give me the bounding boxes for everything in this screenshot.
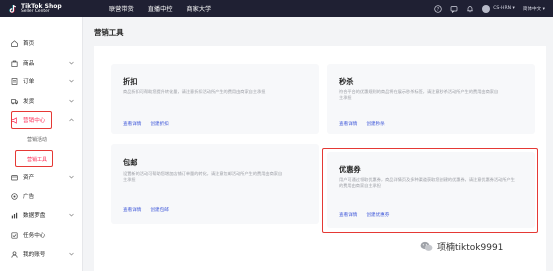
view-details-link[interactable]: 查看详情 [123, 121, 141, 127]
user-menu[interactable]: CS-HRN ▾ [482, 4, 515, 13]
sidebar-item-data-compass[interactable]: 数据罗盘 [0, 209, 83, 221]
nav-affiliate[interactable]: 联营带货 [109, 4, 134, 13]
notification-bell-icon[interactable] [466, 5, 474, 13]
assets-icon [11, 174, 18, 180]
goods-icon [11, 60, 18, 67]
chevron-down-icon [69, 252, 74, 256]
top-nav: 联营带货 直播中控 商家大学 [109, 4, 225, 13]
language-selector[interactable]: 简体中文 ▾ [523, 6, 545, 12]
page-title: 营销工具 [94, 28, 124, 37]
discount-card: 折扣 商品折扣可帮助您提升转化量，请注意折扣活动所产生的费用由商家自主承担 查看… [111, 64, 319, 134]
sidebar-item-assets[interactable]: 资产 [0, 171, 83, 183]
create-discount-link[interactable]: 创建折扣 [150, 121, 168, 127]
logo-title: TikTok Shop [21, 2, 62, 10]
free-shipping-card: 包邮 设置新的活动可帮助您增加店铺订单量的转化，请注意包邮活动所产生的费用由商家… [111, 144, 319, 224]
sidebar: 首页 商品 订单 发货 营销中心 营销活动 营销工具 资产 广告 数据罗盘 任务… [0, 17, 83, 271]
ads-icon [11, 192, 18, 200]
create-flash-sale-link[interactable]: 创建秒杀 [366, 121, 384, 127]
card-title: 秒杀 [339, 77, 354, 86]
order-icon [11, 77, 18, 85]
sidebar-item-task-center[interactable]: 任务中心 [0, 229, 83, 241]
flash-sale-card: 秒杀 符合平台的优惠规则的商品将在展示秒杀标签，请注意秒杀活动所产生的费用由商家… [327, 64, 535, 134]
avatar [482, 4, 491, 13]
marketing-tools-highlight-box [15, 150, 53, 167]
card-description: 符合平台的优惠规则的商品将在展示秒杀标签，请注意秒杀活动所产生的费用由商家自主承… [339, 89, 499, 100]
tiktok-shop-logo[interactable]: TikTok Shop Seller Center [8, 2, 78, 14]
user-name: CS-HRN ▾ [493, 6, 515, 11]
card-description: 商品折扣可帮助您提升转化量，请注意折扣活动所产生的费用由商家自主承担 [123, 89, 266, 94]
data-compass-icon [11, 212, 18, 218]
sidebar-item-home[interactable]: 首页 [0, 37, 83, 49]
shipping-icon [11, 98, 18, 104]
create-free-shipping-link[interactable]: 创建包邮 [150, 207, 168, 213]
coupon-highlight-box [322, 148, 538, 233]
nav-live-control[interactable]: 直播中控 [148, 4, 173, 13]
chevron-up-icon [69, 118, 74, 122]
tiktok-logo-icon [8, 4, 18, 14]
help-icon[interactable]: ? [434, 4, 442, 13]
sidebar-item-shipping[interactable]: 发货 [0, 95, 83, 107]
view-details-link[interactable]: 查看详情 [339, 121, 357, 127]
card-title: 包邮 [123, 158, 138, 167]
top-bar: TikTok Shop Seller Center 联营带货 直播中控 商家大学… [0, 0, 553, 17]
wechat-icon [420, 241, 433, 251]
chevron-down-icon [69, 79, 74, 83]
sidebar-item-orders[interactable]: 订单 [0, 75, 83, 87]
marketing-center-highlight-box [11, 111, 52, 129]
card-description: 设置新的活动可帮助您增加店铺订单量的转化，请注意包邮活动所产生的费用由商家自主承… [123, 171, 283, 182]
card-title: 折扣 [123, 77, 138, 86]
home-icon [11, 39, 18, 47]
sidebar-subitem-marketing-activities[interactable]: 营销活动 [0, 133, 83, 145]
watermark-text: 项楠tiktok9991 [437, 243, 504, 253]
account-icon [11, 250, 18, 258]
sidebar-item-ads[interactable]: 广告 [0, 190, 83, 202]
sidebar-item-my-account[interactable]: 我的账号 [0, 248, 83, 260]
message-icon[interactable] [450, 5, 458, 13]
sidebar-item-goods[interactable]: 商品 [0, 57, 83, 69]
task-icon [11, 231, 18, 239]
chevron-down-icon [69, 61, 74, 65]
chevron-down-icon [69, 175, 74, 179]
view-details-link[interactable]: 查看详情 [123, 207, 141, 213]
nav-seller-university[interactable]: 商家大学 [187, 4, 212, 13]
chevron-down-icon [69, 99, 74, 103]
chevron-down-icon [69, 213, 74, 217]
watermark: 项楠tiktok9991 [420, 240, 503, 253]
